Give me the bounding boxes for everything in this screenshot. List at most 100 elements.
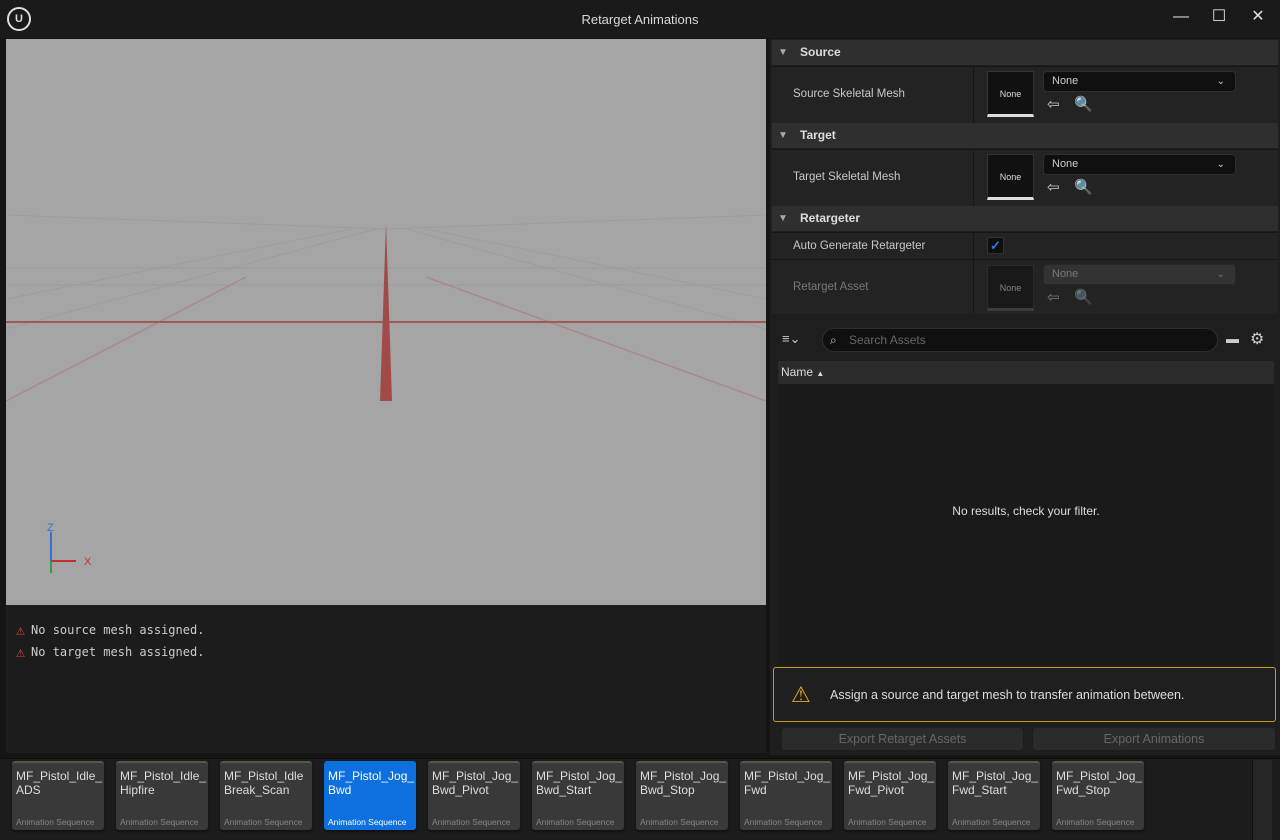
category-source[interactable]: ▼ Source (772, 40, 1278, 65)
asset-type: Animation Sequence (536, 817, 615, 827)
asset-tile[interactable]: MF_Pistol_Idle Break_Scan Animation Seque… (220, 761, 312, 830)
asset-tile[interactable]: MF_Pistol_Jog_Bwd_Stop Animation Sequence (636, 761, 728, 830)
settings-gear-icon[interactable]: ⚙ (1250, 329, 1264, 349)
close-button[interactable]: ✕ (1240, 6, 1276, 28)
asset-type: Animation Sequence (224, 817, 303, 827)
asset-name: MF_Pistol_Idle_Hipfire (120, 769, 207, 797)
filter-icon[interactable]: ≡⌄ (782, 331, 800, 347)
asset-name: MF_Pistol_Jog_Bwd_Stop (640, 769, 727, 797)
asset-tile[interactable]: MF_Pistol_Jog_Bwd_Pivot Animation Sequenc… (428, 761, 520, 830)
asset-name: MF_Pistol_Jog_Fwd_Stop (1056, 769, 1143, 797)
chevron-down-icon: ⌄ (1216, 269, 1225, 280)
preview-viewport[interactable]: Z X (5, 39, 767, 605)
asset-type: Animation Sequence (1056, 817, 1135, 827)
asset-tile[interactable]: MF_Pistol_Idle_ADS Animation Sequence (12, 761, 104, 830)
asset-type: Animation Sequence (744, 817, 823, 827)
asset-tile[interactable]: MF_Pistol_Jog_Fwd_Pivot Animation Sequenc… (844, 761, 936, 830)
category-target[interactable]: ▼ Target (772, 123, 1278, 148)
combo-value: None (1052, 268, 1079, 280)
asset-type: Animation Sequence (16, 817, 95, 827)
chevron-down-icon: ⌄ (1216, 76, 1225, 87)
axis-gizmo: Z X (47, 522, 92, 573)
export-retarget-assets-button[interactable]: Export Retarget Assets (782, 728, 1023, 750)
column-header-name[interactable]: Name ▲ (778, 361, 1274, 384)
chevron-down-icon: ⌄ (1216, 159, 1225, 170)
log-text: No source mesh assigned. (31, 623, 205, 637)
log-text: No target mesh assigned. (31, 645, 205, 659)
collapse-arrow-icon: ▼ (778, 47, 788, 58)
search-assets-input[interactable]: ⌕ Search Assets (822, 328, 1218, 352)
asset-type: Animation Sequence (848, 817, 927, 827)
browse-folder-icon: 🔍 (1074, 289, 1093, 306)
row-source-mesh: Source Skeletal Mesh None None ⌄ ⇦ 🔍 (772, 66, 1278, 123)
asset-type: Animation Sequence (120, 817, 199, 827)
property-label: Retarget Asset (793, 281, 869, 293)
asset-name: MF_Pistol_Jog_Fwd (744, 769, 831, 797)
log-message: ⚠ No target mesh assigned. (6, 641, 766, 663)
scrollbar[interactable] (1252, 760, 1272, 840)
row-auto-generate: Auto Generate Retargeter ✓ (772, 232, 1278, 259)
column-label: Name (781, 365, 814, 379)
asset-tile[interactable]: MF_Pistol_Jog_Bwd_Start Animation Sequenc… (532, 761, 624, 830)
asset-name: MF_Pistol_Jog_Bwd (328, 769, 415, 797)
property-label: Source Skeletal Mesh (793, 88, 905, 100)
category-label: Target (800, 128, 836, 142)
viewport-grid: Z X (5, 214, 767, 573)
window-title: Retarget Animations (581, 12, 699, 27)
use-selected-icon: ⇦ (1047, 289, 1060, 306)
warning-icon: ⚠ (16, 621, 26, 639)
asset-name: MF_Pistol_Jog_Bwd_Start (536, 769, 623, 797)
warning-banner: ⚠ Assign a source and target mesh to tra… (773, 667, 1276, 722)
export-animations-button[interactable]: Export Animations (1033, 728, 1275, 750)
asset-tile[interactable]: MF_Pistol_Jog_Fwd_Stop Animation Sequence (1052, 761, 1144, 830)
asset-name: MF_Pistol_Idle Break_Scan (224, 769, 304, 797)
asset-type: Animation Sequence (640, 817, 719, 827)
asset-name: MF_Pistol_Jog_Bwd_Pivot (432, 769, 519, 797)
category-retargeter[interactable]: ▼ Retargeter (772, 206, 1278, 231)
auto-generate-checkbox[interactable]: ✓ (987, 237, 1004, 254)
sort-ascending-icon: ▲ (816, 369, 825, 378)
axis-z-label: Z (47, 522, 54, 534)
message-log: ⚠ No source mesh assigned. ⚠ No target mes… (6, 605, 766, 753)
search-icon: ⌕ (830, 333, 837, 347)
collapse-arrow-icon: ▼ (778, 213, 788, 224)
use-selected-icon[interactable]: ⇦ (1047, 95, 1060, 113)
asset-thumbnail[interactable]: None (987, 71, 1034, 117)
folder-icon[interactable]: ▬ (1226, 331, 1239, 346)
property-label: Auto Generate Retargeter (793, 240, 926, 252)
asset-tile[interactable]: MF_Pistol_Jog_Fwd_Start Animation Sequenc… (948, 761, 1040, 830)
retarget-asset-combo: None ⌄ (1043, 264, 1236, 285)
warning-text: Assign a source and target mesh to trans… (830, 688, 1185, 702)
log-message: ⚠ No source mesh assigned. (6, 619, 766, 641)
asset-type: Animation Sequence (432, 817, 511, 827)
browse-folder-icon[interactable]: 🔍 (1074, 95, 1093, 113)
search-placeholder: Search Assets (849, 333, 926, 347)
collapse-arrow-icon: ▼ (778, 130, 788, 141)
category-label: Source (800, 45, 841, 59)
asset-tile[interactable]: MF_Pistol_Jog_Bwd Animation Sequence (324, 761, 416, 830)
use-selected-icon[interactable]: ⇦ (1047, 178, 1060, 196)
maximize-button[interactable]: ☐ (1201, 6, 1237, 28)
target-mesh-combo[interactable]: None ⌄ (1043, 154, 1236, 175)
asset-type: Animation Sequence (328, 817, 407, 827)
asset-thumbnail[interactable]: None (987, 154, 1034, 200)
minimize-button[interactable]: — (1163, 6, 1199, 28)
asset-type: Animation Sequence (952, 817, 1031, 827)
browse-folder-icon[interactable]: 🔍 (1074, 178, 1093, 196)
asset-tile[interactable]: MF_Pistol_Idle_Hipfire Animation Sequence (116, 761, 208, 830)
asset-thumbnail: None (987, 265, 1034, 311)
asset-name: MF_Pistol_Idle_ADS (16, 769, 103, 797)
axis-x-label: X (84, 556, 92, 568)
row-retarget-asset: Retarget Asset None None ⌄ ⇦ 🔍 (772, 259, 1278, 314)
asset-name: MF_Pistol_Jog_Fwd_Pivot (848, 769, 935, 797)
warning-icon: ⚠ (791, 682, 811, 707)
combo-value: None (1052, 158, 1079, 170)
asset-results: No results, check your filter. (778, 384, 1274, 666)
combo-value: None (1052, 75, 1079, 87)
category-label: Retargeter (800, 211, 861, 225)
row-target-mesh: Target Skeletal Mesh None None ⌄ ⇦ 🔍 (772, 149, 1278, 206)
warning-icon: ⚠ (16, 643, 26, 661)
property-label: Target Skeletal Mesh (793, 171, 901, 183)
source-mesh-combo[interactable]: None ⌄ (1043, 71, 1236, 92)
asset-tile[interactable]: MF_Pistol_Jog_Fwd Animation Sequence (740, 761, 832, 830)
